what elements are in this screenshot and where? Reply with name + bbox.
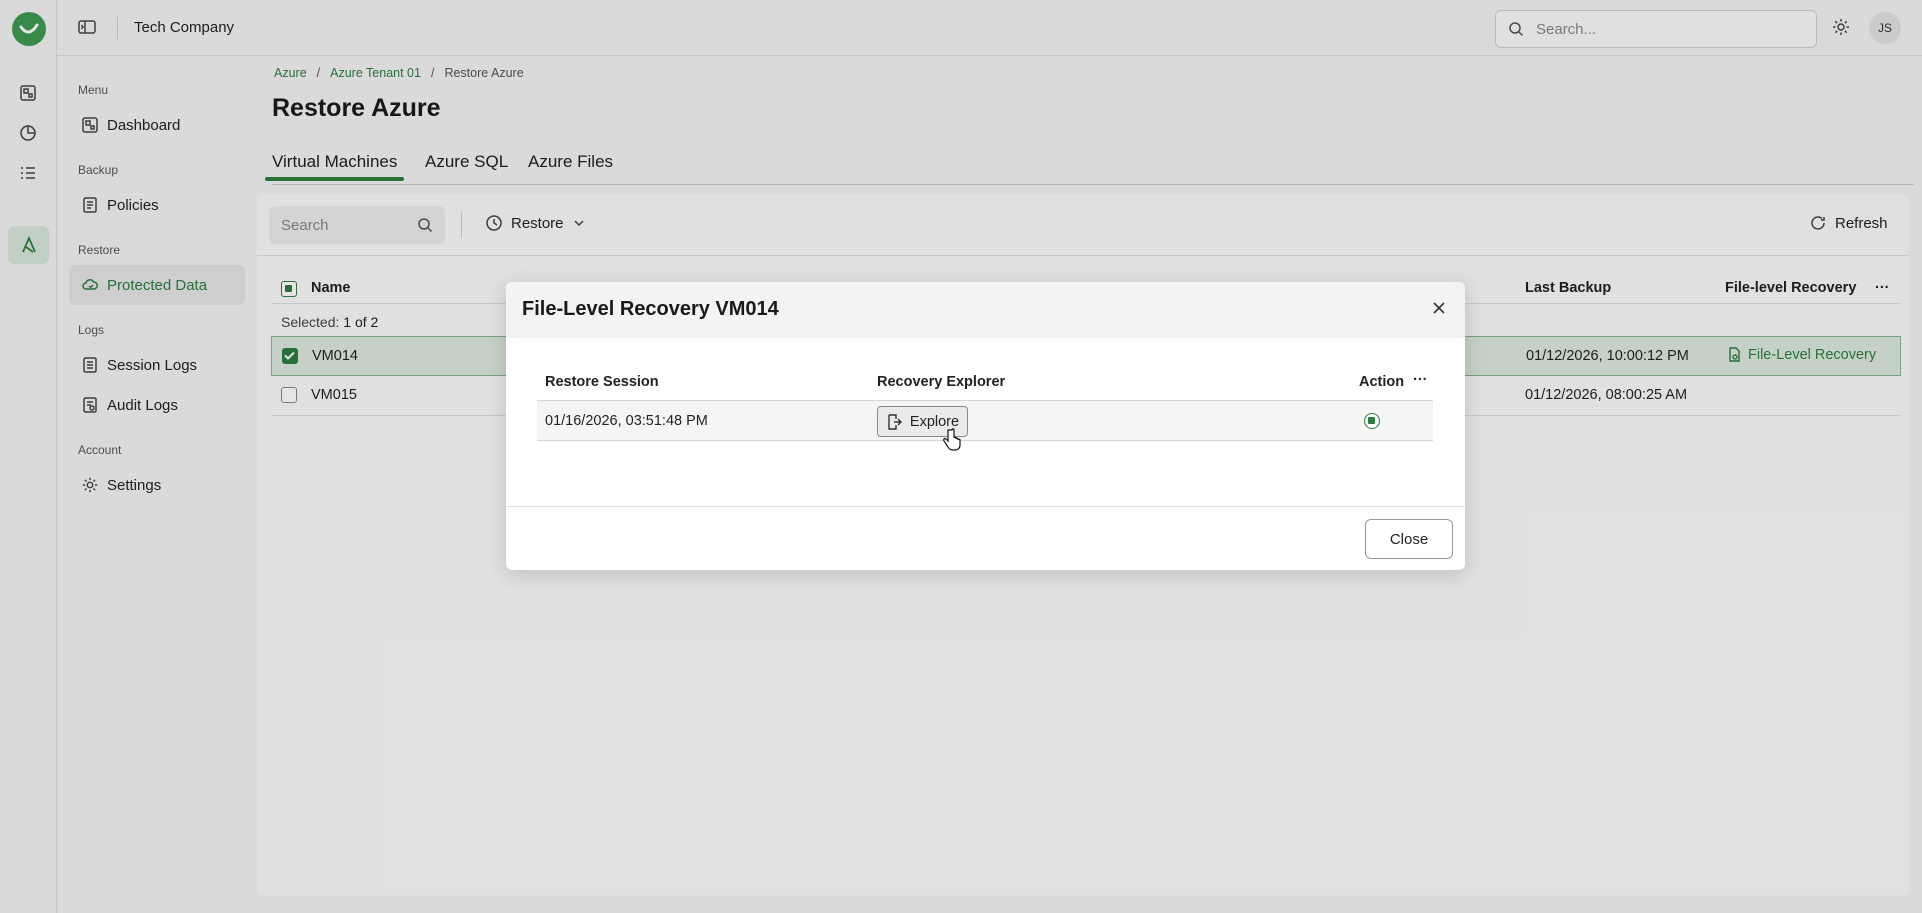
footer-divider bbox=[506, 506, 1465, 507]
column-recovery-explorer: Recovery Explorer bbox=[877, 374, 1006, 390]
dialog-title: File-Level Recovery VM014 bbox=[522, 298, 779, 320]
column-options-icon[interactable]: ··· bbox=[1413, 372, 1428, 388]
action-radio[interactable] bbox=[1364, 413, 1380, 429]
session-time: 01/16/2026, 03:51:48 PM bbox=[545, 413, 708, 429]
close-button[interactable]: Close bbox=[1365, 519, 1453, 559]
file-level-recovery-dialog: File-Level Recovery VM014 Restore Sessio… bbox=[506, 282, 1465, 570]
column-action: Action bbox=[1359, 374, 1405, 390]
dialog-header: File-Level Recovery VM014 bbox=[506, 282, 1465, 338]
explore-icon bbox=[888, 413, 902, 430]
hand-cursor-icon bbox=[943, 428, 961, 451]
close-icon[interactable] bbox=[1429, 298, 1451, 320]
table-row[interactable]: 01/16/2026, 03:51:48 PM Explore bbox=[537, 401, 1433, 441]
column-restore-session: Restore Session bbox=[545, 374, 659, 390]
